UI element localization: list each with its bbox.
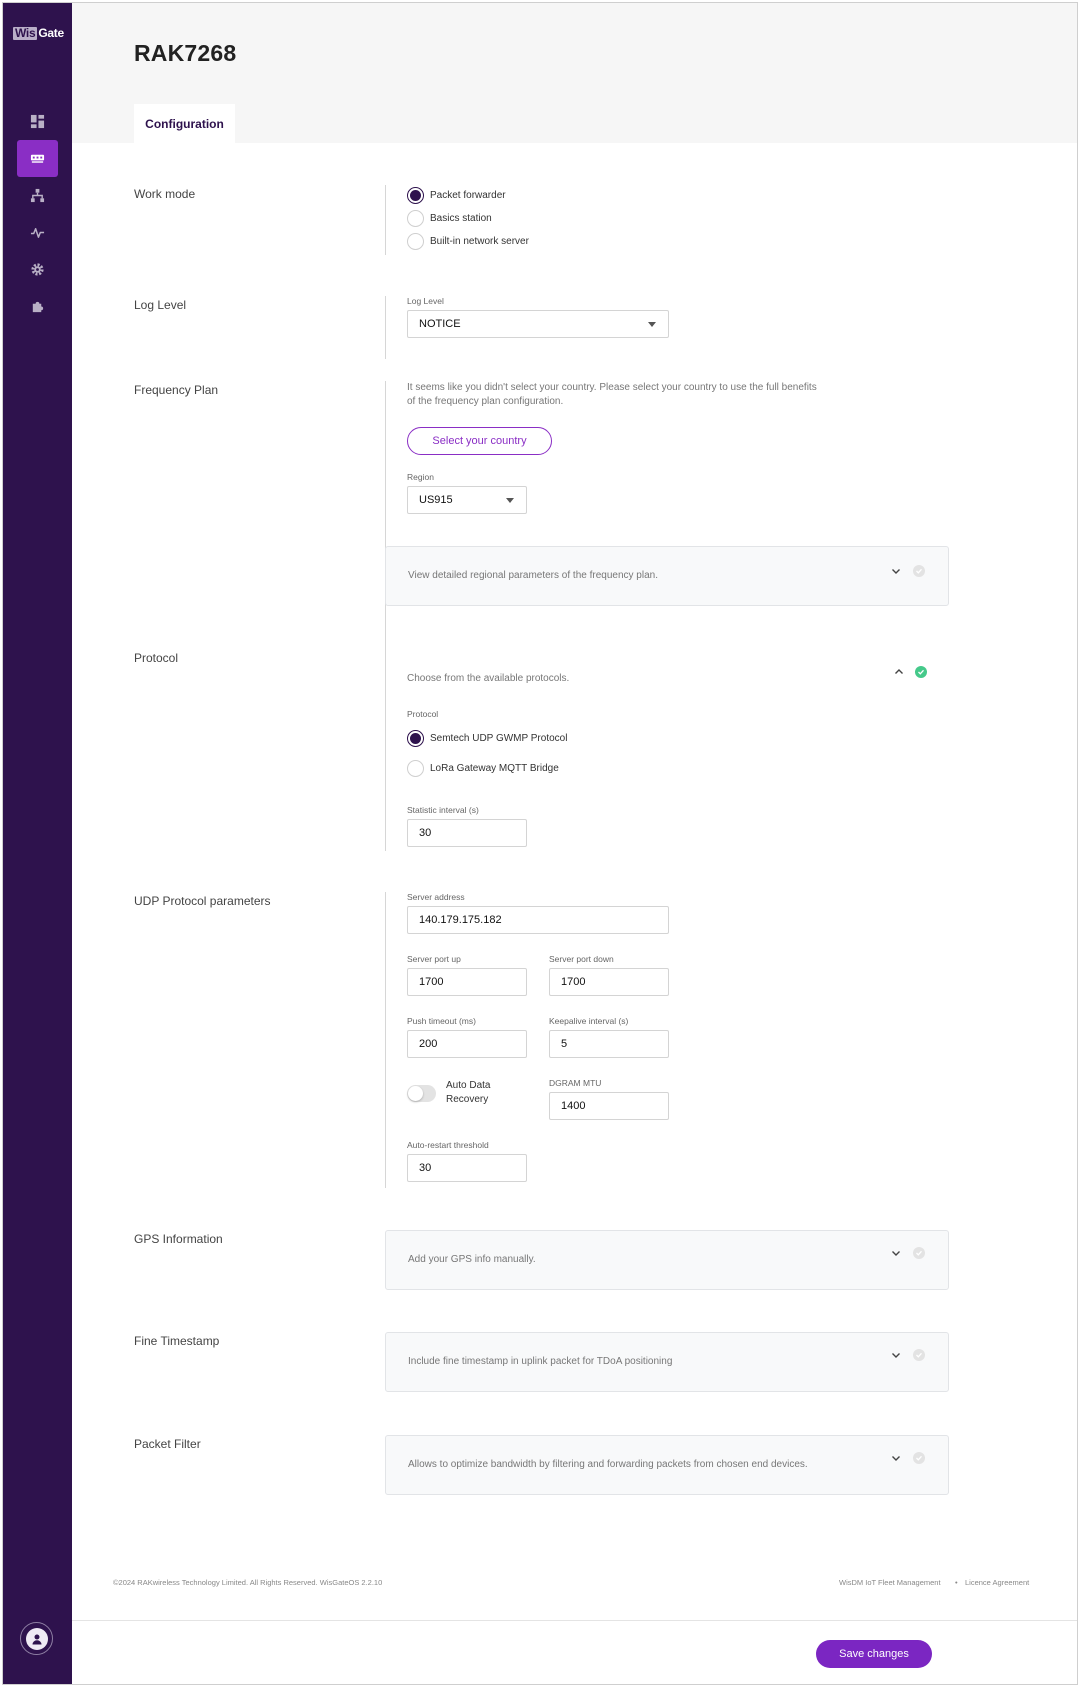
action-bar: Save changes bbox=[72, 1620, 1077, 1684]
udp-parameters-label: UDP Protocol parameters bbox=[134, 894, 271, 908]
chevron-down-icon[interactable] bbox=[891, 1350, 901, 1360]
save-changes-button[interactable]: Save changes bbox=[816, 1640, 932, 1668]
divider bbox=[385, 185, 386, 255]
dgram-mtu-label: DGRAM MTU bbox=[549, 1078, 602, 1088]
licence-agreement-link[interactable]: Licence Agreement bbox=[965, 1578, 1029, 1587]
status-check-icon bbox=[913, 1349, 925, 1361]
regional-parameters-panel[interactable]: View detailed regional parameters of the… bbox=[385, 546, 949, 606]
auto-restart-threshold-input[interactable]: 30 bbox=[407, 1154, 527, 1182]
nav-extensions[interactable] bbox=[17, 288, 58, 325]
copyright-text: ©2024 RAKwireless Technology Limited. Al… bbox=[113, 1578, 383, 1587]
auto-data-recovery-toggle[interactable] bbox=[407, 1085, 436, 1102]
frequency-plan-label: Frequency Plan bbox=[134, 383, 219, 397]
wisgate-logo[interactable]: Wis Gate bbox=[13, 25, 64, 41]
tab-configuration[interactable]: Configuration bbox=[134, 104, 235, 144]
nav-settings[interactable] bbox=[17, 251, 58, 288]
packet-filter-panel[interactable]: Allows to optimize bandwidth by filterin… bbox=[385, 1435, 949, 1495]
radio-packet-forwarder[interactable]: Packet forwarder bbox=[407, 187, 506, 204]
status-check-icon bbox=[913, 1247, 925, 1259]
page-header: RAK7268 Configuration bbox=[72, 3, 1077, 144]
server-port-down-input[interactable]: 1700 bbox=[549, 968, 669, 996]
gear-icon bbox=[31, 263, 44, 276]
radio-button[interactable] bbox=[407, 210, 424, 227]
radio-built-in-network-server[interactable]: Built-in network server bbox=[407, 233, 529, 250]
network-icon bbox=[30, 188, 45, 203]
chevron-up-icon[interactable] bbox=[894, 667, 904, 677]
radio-semtech-udp[interactable]: Semtech UDP GWMP Protocol bbox=[407, 730, 567, 747]
dgram-mtu-input[interactable]: 1400 bbox=[549, 1092, 669, 1120]
divider bbox=[385, 381, 386, 666]
radio-button[interactable] bbox=[407, 233, 424, 250]
sidebar: Wis Gate bbox=[3, 3, 72, 1684]
status-check-icon bbox=[913, 1452, 925, 1464]
page-title: RAK7268 bbox=[134, 40, 237, 66]
region-select[interactable]: US915 bbox=[407, 486, 527, 514]
gateway-icon bbox=[30, 154, 45, 163]
chevron-down-icon[interactable] bbox=[891, 1453, 901, 1463]
country-hint: It seems like you didn't select your cou… bbox=[407, 382, 817, 407]
fine-timestamp-label: Fine Timestamp bbox=[134, 1334, 220, 1348]
chevron-down-icon[interactable] bbox=[891, 566, 901, 576]
caret-down-icon bbox=[648, 322, 656, 327]
gps-information-panel[interactable]: Add your GPS info manually. bbox=[385, 1230, 949, 1290]
activity-icon bbox=[30, 228, 45, 238]
protocol-field-label: Protocol bbox=[407, 709, 439, 719]
divider bbox=[385, 892, 386, 1188]
select-country-button[interactable]: Select your country bbox=[407, 427, 552, 455]
nav-network[interactable] bbox=[17, 177, 58, 214]
divider bbox=[385, 649, 386, 851]
status-check-icon bbox=[913, 565, 925, 577]
keepalive-interval-label: Keepalive interval (s) bbox=[549, 1016, 629, 1026]
footer-separator: • bbox=[955, 1578, 958, 1587]
push-timeout-label: Push timeout (ms) bbox=[407, 1016, 476, 1026]
radio-button[interactable] bbox=[407, 730, 424, 747]
nav-dashboard[interactable] bbox=[17, 103, 58, 140]
nav-activity[interactable] bbox=[17, 214, 58, 251]
nav-gateway[interactable] bbox=[17, 140, 58, 177]
work-mode-label: Work mode bbox=[134, 187, 196, 201]
protocol-hint: Choose from the available protocols. bbox=[407, 673, 570, 684]
keepalive-interval-input[interactable]: 5 bbox=[549, 1030, 669, 1058]
app-window: Wis Gate RAK7268 Configuration Work mode… bbox=[2, 2, 1078, 1685]
fine-timestamp-panel[interactable]: Include fine timestamp in uplink packet … bbox=[385, 1332, 949, 1392]
statistic-interval-input[interactable]: 30 bbox=[407, 819, 527, 847]
protocol-label: Protocol bbox=[134, 651, 179, 665]
server-address-input[interactable]: 140.179.175.182 bbox=[407, 906, 669, 934]
divider bbox=[385, 296, 386, 359]
server-port-up-label: Server port up bbox=[407, 954, 461, 964]
status-check-icon bbox=[915, 666, 927, 678]
radio-button[interactable] bbox=[407, 760, 424, 777]
user-icon bbox=[32, 1634, 41, 1644]
dashboard-icon bbox=[30, 114, 45, 129]
packet-filter-label: Packet Filter bbox=[134, 1437, 201, 1451]
radio-basics-station[interactable]: Basics station bbox=[407, 210, 492, 227]
puzzle-icon bbox=[32, 301, 44, 313]
statistic-interval-label: Statistic interval (s) bbox=[407, 805, 479, 815]
radio-button[interactable] bbox=[407, 187, 424, 204]
log-level-field-label: Log Level bbox=[407, 296, 444, 306]
log-level-label: Log Level bbox=[134, 298, 187, 312]
server-port-down-label: Server port down bbox=[549, 954, 614, 964]
radio-mqtt-bridge[interactable]: LoRa Gateway MQTT Bridge bbox=[407, 760, 559, 777]
user-avatar[interactable] bbox=[20, 1622, 53, 1655]
caret-down-icon bbox=[506, 498, 514, 503]
region-label: Region bbox=[407, 472, 434, 482]
gps-information-label: GPS Information bbox=[134, 1232, 223, 1246]
server-port-up-input[interactable]: 1700 bbox=[407, 968, 527, 996]
server-address-label: Server address bbox=[407, 892, 465, 902]
fleet-management-link[interactable]: WisDM IoT Fleet Management bbox=[839, 1578, 941, 1587]
chevron-down-icon[interactable] bbox=[891, 1248, 901, 1258]
auto-data-recovery-label: Auto Data Recovery bbox=[446, 1080, 491, 1105]
push-timeout-input[interactable]: 200 bbox=[407, 1030, 527, 1058]
log-level-select[interactable]: NOTICE bbox=[407, 310, 669, 338]
auto-restart-threshold-label: Auto-restart threshold bbox=[407, 1140, 489, 1150]
